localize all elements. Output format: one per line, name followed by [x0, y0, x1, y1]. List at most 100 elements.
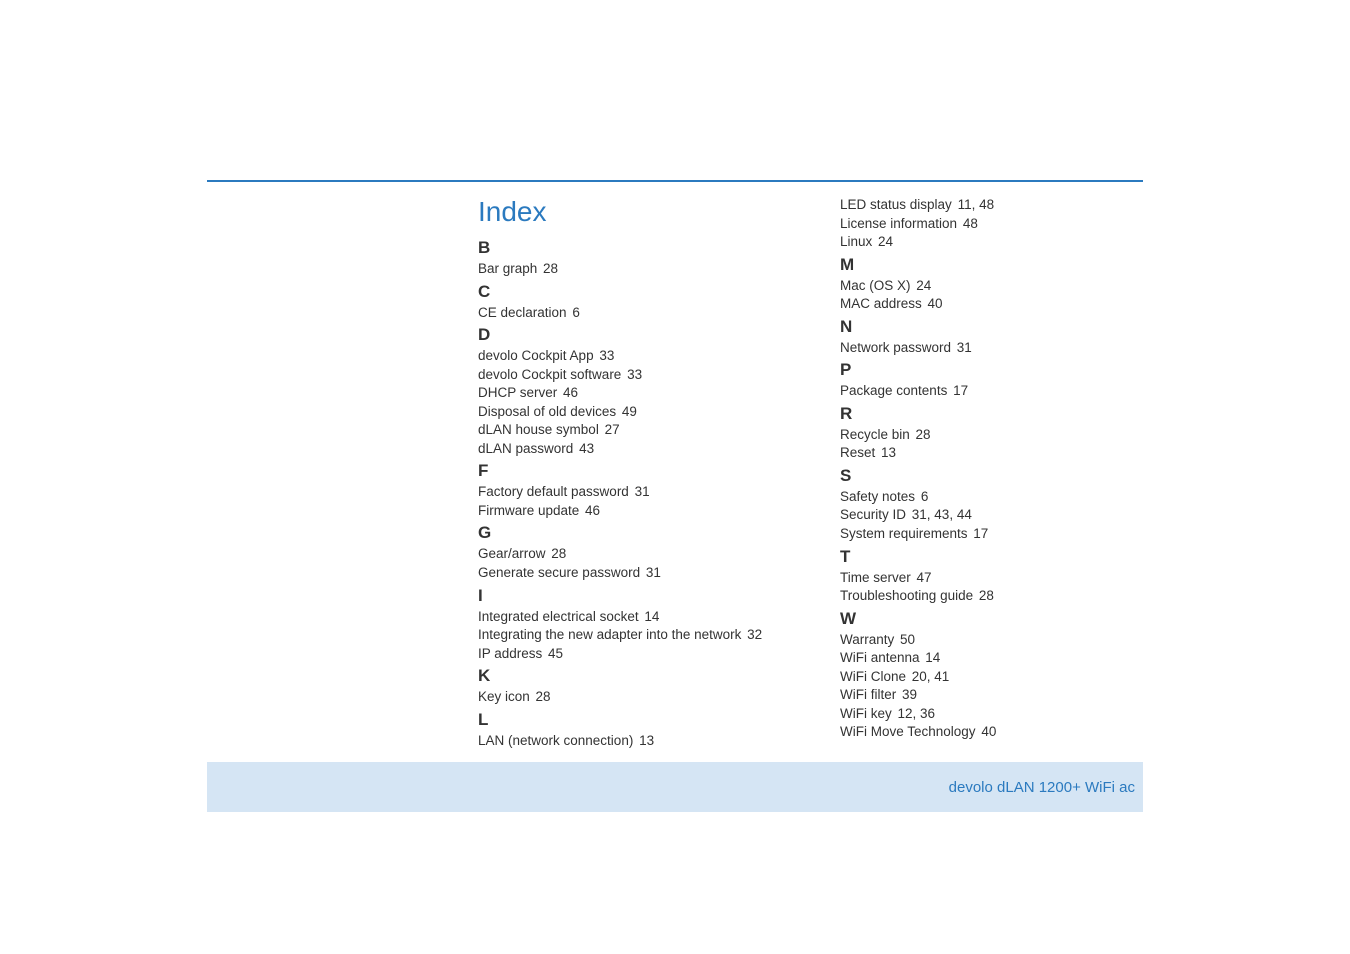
index-entry[interactable]: WiFi Clone 20, 41	[840, 668, 1150, 686]
index-entry-label: Troubleshooting guide	[840, 588, 973, 603]
index-letter: F	[478, 461, 780, 481]
index-entry-pages: 48	[959, 216, 978, 231]
index-entry-pages: 46	[581, 503, 600, 518]
index-letter: G	[478, 523, 780, 543]
index-entry-pages: 28	[912, 427, 931, 442]
index-letter: N	[840, 317, 1150, 337]
index-entry-label: Security ID	[840, 507, 906, 522]
index-entry[interactable]: Package contents 17	[840, 382, 1150, 400]
index-entry[interactable]: Safety notes 6	[840, 488, 1150, 506]
index-entry[interactable]: Linux 24	[840, 233, 1150, 251]
index-entry-pages: 47	[913, 570, 932, 585]
index-entry-pages: 20, 41	[908, 669, 949, 684]
index-entry[interactable]: Integrated electrical socket 14	[478, 608, 780, 626]
index-column-left: BBar graph 28CCE declaration 6Ddevolo Co…	[478, 196, 780, 750]
index-entry[interactable]: Mac (OS X) 24	[840, 277, 1150, 295]
index-entry-label: dLAN password	[478, 441, 573, 456]
index-entry-label: Generate secure password	[478, 565, 640, 580]
index-entry-label: License information	[840, 216, 957, 231]
index-letter: M	[840, 255, 1150, 275]
index-letter: D	[478, 325, 780, 345]
index-entry-label: Safety notes	[840, 489, 915, 504]
index-entry-pages: 28	[548, 546, 567, 561]
index-entry-pages: 31	[953, 340, 972, 355]
index-entry[interactable]: devolo Cockpit App 33	[478, 347, 780, 365]
index-entry-pages: 39	[898, 687, 917, 702]
index-entry[interactable]: Time server 47	[840, 569, 1150, 587]
index-entry[interactable]: MAC address 40	[840, 295, 1150, 313]
index-entry-pages: 28	[532, 689, 551, 704]
index-entry[interactable]: WiFi filter 39	[840, 686, 1150, 704]
index-entry-pages: 50	[896, 632, 915, 647]
index-entry[interactable]: Integrating the new adapter into the net…	[478, 626, 780, 644]
index-entry-label: Integrated electrical socket	[478, 609, 639, 624]
index-entry[interactable]: Gear/arrow 28	[478, 545, 780, 563]
index-entry-pages: 45	[544, 646, 563, 661]
index-entry-pages: 32	[743, 627, 762, 642]
index-entry[interactable]: WiFi antenna 14	[840, 649, 1150, 667]
index-entry[interactable]: Recycle bin 28	[840, 426, 1150, 444]
index-letter: L	[478, 710, 780, 730]
index-entry-label: CE declaration	[478, 305, 567, 320]
index-entry-pages: 13	[635, 733, 654, 748]
index-entry-pages: 46	[559, 385, 578, 400]
index-entry-pages: 40	[924, 296, 943, 311]
index-entry-label: Reset	[840, 445, 875, 460]
index-letter: S	[840, 466, 1150, 486]
index-entry-pages: 17	[949, 383, 968, 398]
index-entry[interactable]: CE declaration 6	[478, 304, 780, 322]
index-letter: I	[478, 586, 780, 606]
index-entry[interactable]: Network password 31	[840, 339, 1150, 357]
index-column-right: LED status display 11, 48License informa…	[840, 196, 1150, 750]
index-entry-label: dLAN house symbol	[478, 422, 599, 437]
index-entry[interactable]: System requirements 17	[840, 525, 1150, 543]
index-entry-pages: 24	[913, 278, 932, 293]
index-entry[interactable]: License information 48	[840, 215, 1150, 233]
index-entry[interactable]: Troubleshooting guide 28	[840, 587, 1150, 605]
index-entry[interactable]: devolo Cockpit software 33	[478, 366, 780, 384]
index-entry-label: Network password	[840, 340, 951, 355]
index-letter: W	[840, 609, 1150, 629]
index-entry[interactable]: LED status display 11, 48	[840, 196, 1150, 214]
index-entry-pages: 17	[970, 526, 989, 541]
index-entry-label: WiFi Clone	[840, 669, 906, 684]
index-entry[interactable]: dLAN house symbol 27	[478, 421, 780, 439]
index-entry[interactable]: Bar graph 28	[478, 260, 780, 278]
index-entry[interactable]: Disposal of old devices 49	[478, 403, 780, 421]
index-entry-label: DHCP server	[478, 385, 557, 400]
index-entry-label: Factory default password	[478, 484, 629, 499]
index-entry-label: Firmware update	[478, 503, 579, 518]
index-entry-label: IP address	[478, 646, 542, 661]
index-entry-label: Bar graph	[478, 261, 537, 276]
index-entry-label: Linux	[840, 234, 872, 249]
index-entry-pages: 11, 48	[954, 197, 994, 212]
index-entry[interactable]: dLAN password 43	[478, 440, 780, 458]
index-entry-pages: 31	[631, 484, 650, 499]
index-entry-pages: 31	[642, 565, 661, 580]
index-entry-label: Integrating the new adapter into the net…	[478, 627, 741, 642]
index-entry-pages: 33	[596, 348, 615, 363]
index-entry[interactable]: WiFi Move Technology 40	[840, 723, 1150, 741]
index-entry[interactable]: LAN (network connection) 13	[478, 732, 780, 750]
index-entry-pages: 24	[874, 234, 893, 249]
index-entry[interactable]: DHCP server 46	[478, 384, 780, 402]
index-entry[interactable]: Security ID 31, 43, 44	[840, 506, 1150, 524]
index-entry[interactable]: Factory default password 31	[478, 483, 780, 501]
index-entry-pages: 27	[601, 422, 620, 437]
index-entry[interactable]: Firmware update 46	[478, 502, 780, 520]
index-entry[interactable]: IP address 45	[478, 645, 780, 663]
index-entry-pages: 49	[618, 404, 637, 419]
index-entry[interactable]: Warranty 50	[840, 631, 1150, 649]
index-entry-pages: 43	[575, 441, 594, 456]
index-columns: BBar graph 28CCE declaration 6Ddevolo Co…	[478, 196, 1150, 750]
index-entry[interactable]: Key icon 28	[478, 688, 780, 706]
index-entry[interactable]: WiFi key 12, 36	[840, 705, 1150, 723]
index-entry[interactable]: Generate secure password 31	[478, 564, 780, 582]
index-entry-label: WiFi Move Technology	[840, 724, 976, 739]
index-entry[interactable]: Reset 13	[840, 444, 1150, 462]
index-entry-pages: 14	[922, 650, 941, 665]
index-entry-pages: 13	[877, 445, 896, 460]
index-entry-label: Key icon	[478, 689, 530, 704]
index-letter: R	[840, 404, 1150, 424]
index-entry-label: LED status display	[840, 197, 952, 212]
